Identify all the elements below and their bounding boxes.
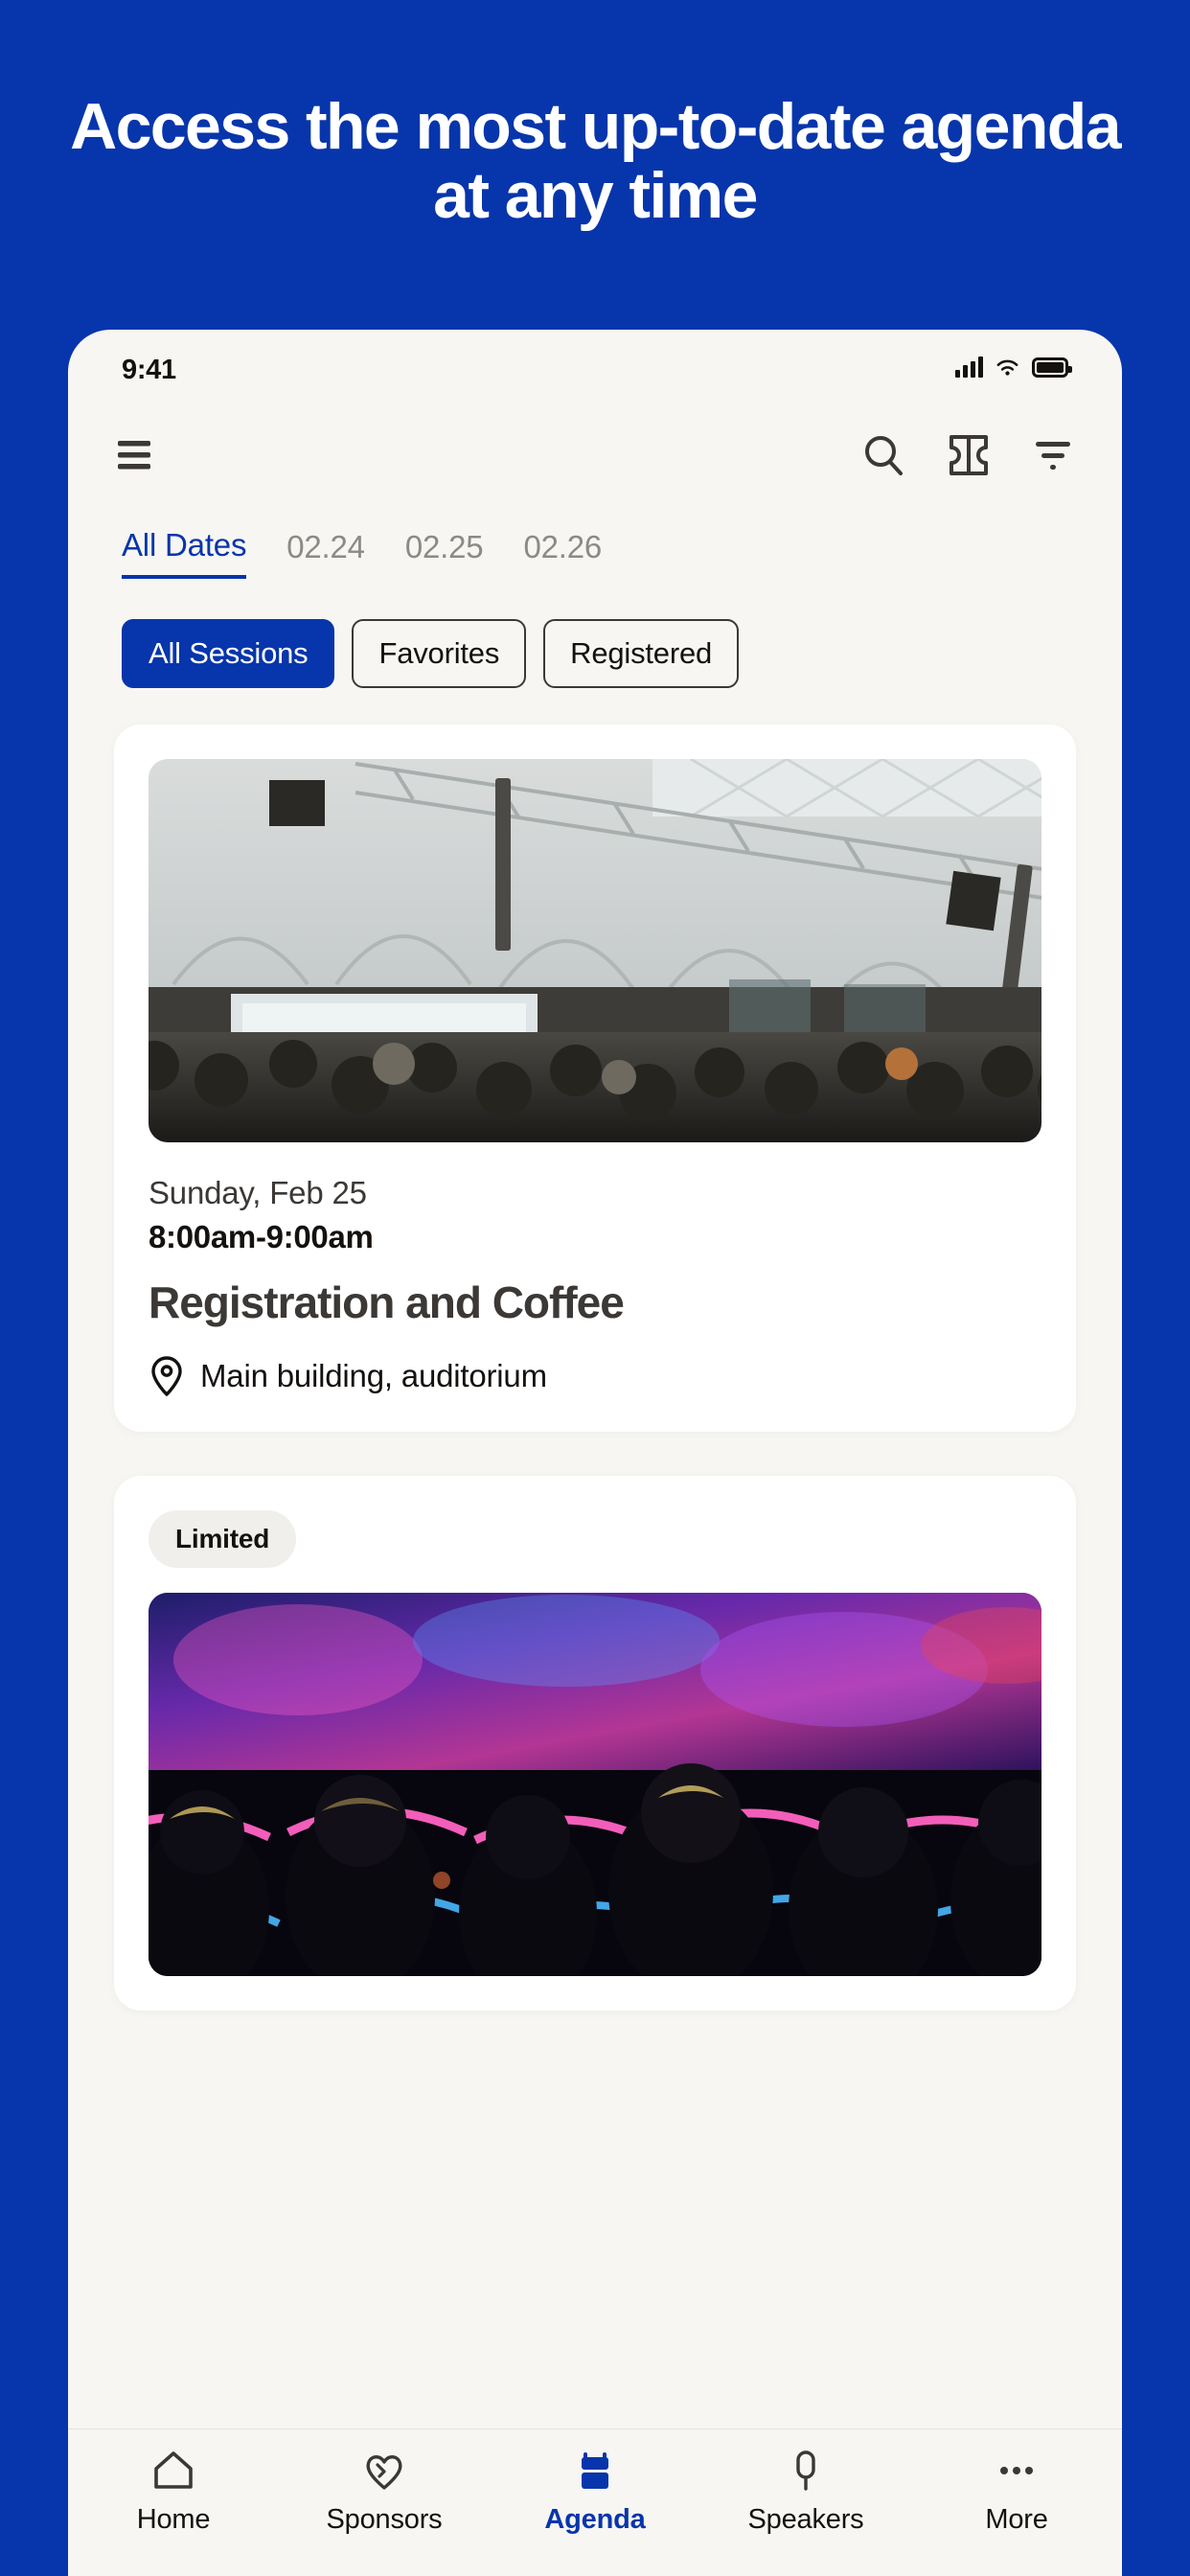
header-actions (861, 433, 1074, 477)
nav-item-agenda[interactable]: Agenda (490, 2449, 700, 2536)
session-list: Sunday, Feb 25 8:00am-9:00am Registratio… (68, 724, 1122, 2011)
nav-label-home: Home (136, 2504, 211, 2535)
nav-item-sponsors[interactable]: Sponsors (279, 2449, 490, 2536)
calendar-icon (582, 2452, 608, 2489)
chip-all-sessions[interactable]: All Sessions (122, 619, 335, 688)
chip-registered[interactable]: Registered (543, 619, 740, 688)
bottom-navigation: Home Sponsors Agenda Speakers More (68, 2428, 1122, 2576)
session-card[interactable]: Sunday, Feb 25 8:00am-9:00am Registratio… (114, 724, 1076, 1432)
nav-label-speakers: Speakers (747, 2504, 864, 2535)
page-title: Access the most up-to-date agenda at any… (70, 90, 1121, 233)
status-time: 9:41 (122, 355, 176, 385)
app-header (68, 404, 1122, 506)
microphone-icon (796, 2450, 815, 2491)
date-tab-0225[interactable]: 02.25 (405, 529, 484, 577)
nav-item-more[interactable]: More (911, 2449, 1122, 2536)
filter-chips: All Sessions Favorites Registered (68, 619, 1122, 688)
hero-section: Access the most up-to-date agenda at any… (0, 92, 1190, 230)
home-icon (154, 2451, 193, 2489)
cellular-bars-icon (955, 356, 983, 378)
session-title: Registration and Coffee (149, 1277, 625, 1327)
session-location-text: Main building, auditorium (200, 1358, 547, 1393)
date-tabs: All Dates 02.24 02.25 02.26 (68, 527, 1122, 579)
session-card[interactable]: Limited (114, 1476, 1076, 2011)
session-date: Sunday, Feb 25 (149, 1175, 367, 1210)
date-tab-all-dates[interactable]: All Dates (122, 527, 246, 579)
nav-item-speakers[interactable]: Speakers (700, 2449, 911, 2536)
session-image (149, 1593, 1041, 1976)
nav-label-agenda: Agenda (544, 2504, 646, 2535)
session-image (149, 759, 1041, 1142)
heart-handshake-icon (366, 2455, 402, 2490)
ticket-icon[interactable] (948, 433, 990, 477)
status-bar: 9:41 (68, 330, 1122, 404)
ellipsis-icon (1000, 2467, 1033, 2474)
search-icon[interactable] (861, 433, 905, 477)
phone-mockup: 9:41 All Dates 02.24 02.25 02.26 All Ses… (68, 330, 1122, 2576)
nav-label-more: More (985, 2504, 1048, 2535)
session-location: Main building, auditorium (149, 1355, 1041, 1397)
date-tab-0226[interactable]: 02.26 (523, 529, 602, 577)
map-pin-icon (151, 1356, 182, 1396)
status-icons (955, 356, 1072, 378)
hamburger-menu-icon[interactable] (116, 439, 160, 472)
wifi-icon (996, 359, 1018, 376)
nav-label-sponsors: Sponsors (326, 2504, 443, 2535)
session-time: 8:00am-9:00am (149, 1219, 374, 1254)
status-badge: Limited (149, 1510, 297, 1568)
chip-favorites[interactable]: Favorites (352, 619, 527, 688)
filter-icon[interactable] (1032, 436, 1074, 474)
battery-full-icon (1032, 356, 1072, 378)
date-tab-0224[interactable]: 02.24 (286, 529, 365, 577)
nav-item-home[interactable]: Home (68, 2449, 279, 2536)
session-badge-wrap: Limited (149, 1510, 1041, 1568)
